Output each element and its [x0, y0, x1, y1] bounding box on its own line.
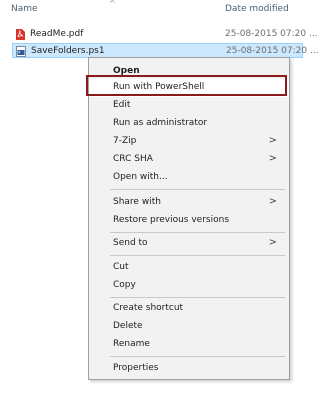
menu-item-rename[interactable]: Rename [89, 336, 289, 354]
menu-item-label: CRC SHA [113, 154, 153, 164]
menu-item-create-shortcut[interactable]: Create shortcut [89, 300, 289, 318]
menu-item-edit[interactable]: Edit [89, 97, 289, 115]
menu-item-cut[interactable]: Cut [89, 259, 289, 277]
menu-item-7zip[interactable]: 7-Zip > [89, 133, 289, 151]
menu-item-open-with[interactable]: Open with... [89, 169, 289, 187]
menu-item-label: Delete [113, 321, 143, 331]
chevron-right-icon: > [268, 153, 277, 164]
column-header: Name ^ Date modified [0, 0, 303, 18]
menu-item-label: Rename [113, 339, 150, 349]
sort-arrow-icon: ^ [109, 0, 116, 8]
file-date: 25-08-2015 07:20 ... [226, 46, 319, 56]
menu-item-label: Send to [113, 238, 148, 248]
menu-item-send-to[interactable]: Send to > [89, 235, 289, 253]
menu-item-label: Properties [113, 363, 159, 373]
powershell-file-icon [16, 46, 26, 57]
menu-item-label: Restore previous versions [113, 215, 230, 225]
menu-separator [110, 232, 285, 233]
file-row[interactable]: ReadMe.pdf 25-08-2015 07:20 ... [0, 27, 318, 42]
file-row-selected[interactable]: SaveFolders.ps1 25-08-2015 07:20 ... [12, 43, 319, 58]
menu-item-share-with[interactable]: Share with > [89, 194, 289, 212]
file-name: SaveFolders.ps1 [31, 46, 105, 56]
menu-separator [110, 356, 285, 357]
menu-item-restore-previous-versions[interactable]: Restore previous versions [89, 212, 289, 230]
menu-item-label: Run as administrator [113, 118, 208, 128]
chevron-right-icon: > [268, 135, 277, 146]
menu-item-label: 7-Zip [113, 136, 137, 146]
menu-separator [110, 297, 285, 298]
file-date: 25-08-2015 07:20 ... [225, 29, 318, 39]
menu-item-run-as-administrator[interactable]: Run as administrator [89, 115, 289, 133]
menu-item-copy[interactable]: Copy [89, 277, 289, 295]
menu-separator [110, 189, 285, 190]
column-date-header[interactable]: Date modified [225, 4, 289, 14]
menu-item-crc-sha[interactable]: CRC SHA > [89, 151, 289, 169]
pdf-file-icon [16, 29, 25, 40]
menu-item-label: Share with [113, 197, 161, 207]
highlight-box [86, 75, 287, 96]
chevron-right-icon: > [268, 237, 277, 248]
context-menu: Open Run with PowerShell Edit Run as adm… [88, 57, 290, 380]
menu-item-properties[interactable]: Properties [89, 360, 289, 378]
menu-item-label: Edit [113, 100, 131, 110]
chevron-right-icon: > [268, 196, 277, 207]
menu-separator [110, 255, 285, 256]
menu-item-label: Open with... [113, 172, 168, 182]
menu-item-delete[interactable]: Delete [89, 318, 289, 336]
menu-item-label: Copy [113, 280, 136, 290]
column-name-header[interactable]: Name [11, 4, 38, 14]
file-name: ReadMe.pdf [30, 29, 84, 39]
menu-item-label: Create shortcut [113, 303, 184, 313]
menu-item-label: Cut [113, 262, 129, 272]
